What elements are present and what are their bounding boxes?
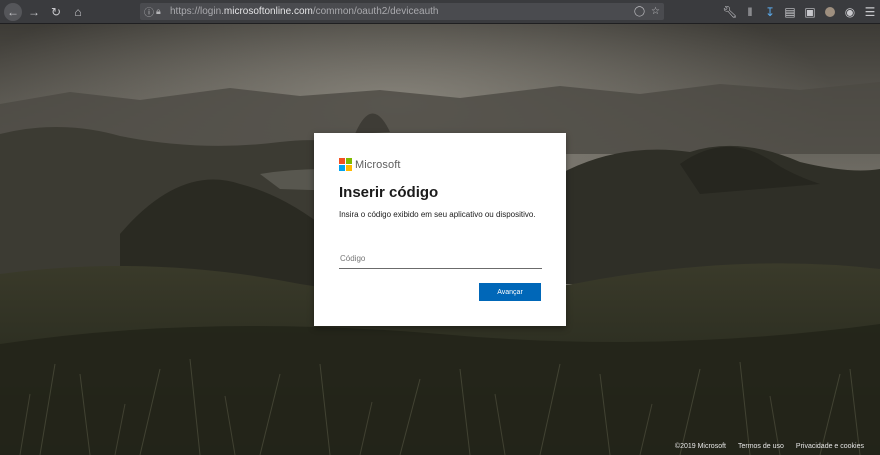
brand-name: Microsoft (355, 158, 401, 171)
next-button[interactable]: Avançar (479, 283, 541, 301)
code-input[interactable] (339, 249, 542, 269)
page-footer: ©2019 Microsoft Termos de uso Privacidad… (675, 443, 864, 450)
address-bar[interactable]: ⓘ 🔒︎ https://login.microsoftonline.com/c… (140, 3, 664, 20)
privacy-link[interactable]: Privacidade e cookies (796, 443, 864, 450)
device-code-dialog: Microsoft Inserir código Insira o código… (314, 133, 566, 326)
reload-icon[interactable]: ↻ (46, 2, 66, 22)
account-icon[interactable] (820, 2, 840, 22)
wrench-icon[interactable]: 🔧︎ (720, 2, 740, 22)
terms-link[interactable]: Termos de uso (738, 443, 784, 450)
bookmark-star-icon[interactable]: ☆ (651, 6, 660, 17)
reader-icon[interactable]: ▤ (780, 2, 800, 22)
home-icon[interactable]: ⌂ (68, 2, 88, 22)
download-icon[interactable]: ↧ (760, 2, 780, 22)
info-icon[interactable]: ⓘ (144, 4, 156, 19)
extension-icon[interactable]: ◉ (840, 2, 860, 22)
url-text: https://login.microsoftonline.com/common… (170, 6, 439, 17)
forward-icon[interactable]: → (24, 2, 44, 22)
copyright-text: ©2019 Microsoft (674, 443, 726, 450)
library-icon[interactable]: ‖ (740, 2, 760, 22)
brand-header: Microsoft (339, 158, 401, 171)
menu-icon[interactable]: ☰ (860, 2, 880, 22)
browser-toolbar: ← → ↻ ⌂ ⓘ 🔒︎ https://login.microsoftonli… (0, 0, 880, 24)
dialog-description: Insira o código exibido em seu aplicativ… (339, 210, 536, 219)
back-icon[interactable]: ← (4, 2, 22, 21)
pocket-icon[interactable]: ◯ (634, 6, 645, 17)
lock-icon[interactable]: 🔒︎ (156, 6, 170, 17)
dialog-title: Inserir código (339, 184, 439, 201)
screenshot-icon[interactable]: ▣ (800, 2, 820, 22)
microsoft-logo-icon (339, 158, 352, 171)
